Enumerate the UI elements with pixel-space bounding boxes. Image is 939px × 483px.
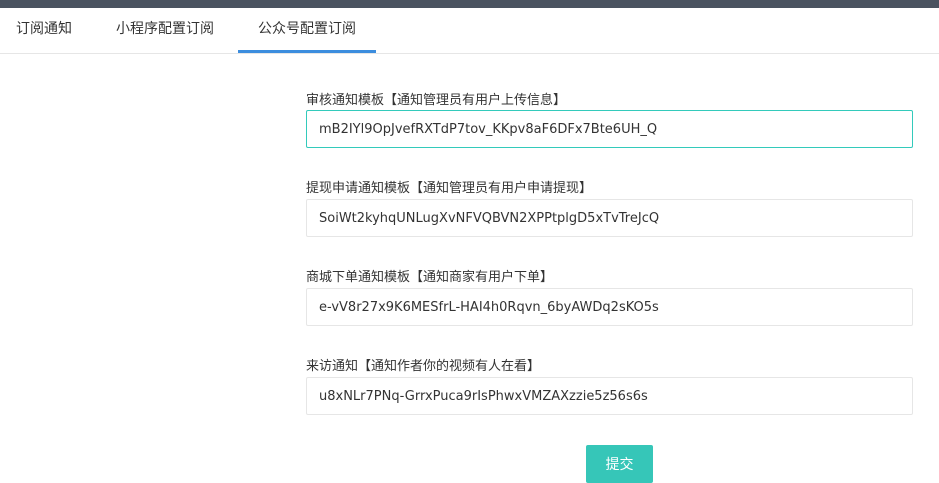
top-bar [0, 0, 939, 8]
visit-template-label: 来访通知【通知作者你的视频有人在看】 [306, 359, 541, 374]
review-template-input[interactable] [306, 110, 913, 148]
tab-bar: 订阅通知 小程序配置订阅 公众号配置订阅 [0, 8, 939, 54]
order-template-input[interactable] [306, 288, 913, 326]
withdraw-template-label: 提现申请通知模板【通知管理员有用户申请提现】 [306, 181, 593, 196]
visit-template-input[interactable] [306, 377, 913, 415]
tab-miniprogram-config[interactable]: 小程序配置订阅 [100, 8, 230, 53]
order-template-label: 商城下单通知模板【通知商家有用户下单】 [306, 270, 554, 285]
submit-button[interactable]: 提交 [586, 445, 653, 483]
tab-subscribe-notification[interactable]: 订阅通知 [0, 8, 88, 53]
tab-official-account-config[interactable]: 公众号配置订阅 [238, 8, 376, 53]
withdraw-template-input[interactable] [306, 199, 913, 237]
review-template-label: 审核通知模板【通知管理员有用户上传信息】 [306, 93, 567, 108]
